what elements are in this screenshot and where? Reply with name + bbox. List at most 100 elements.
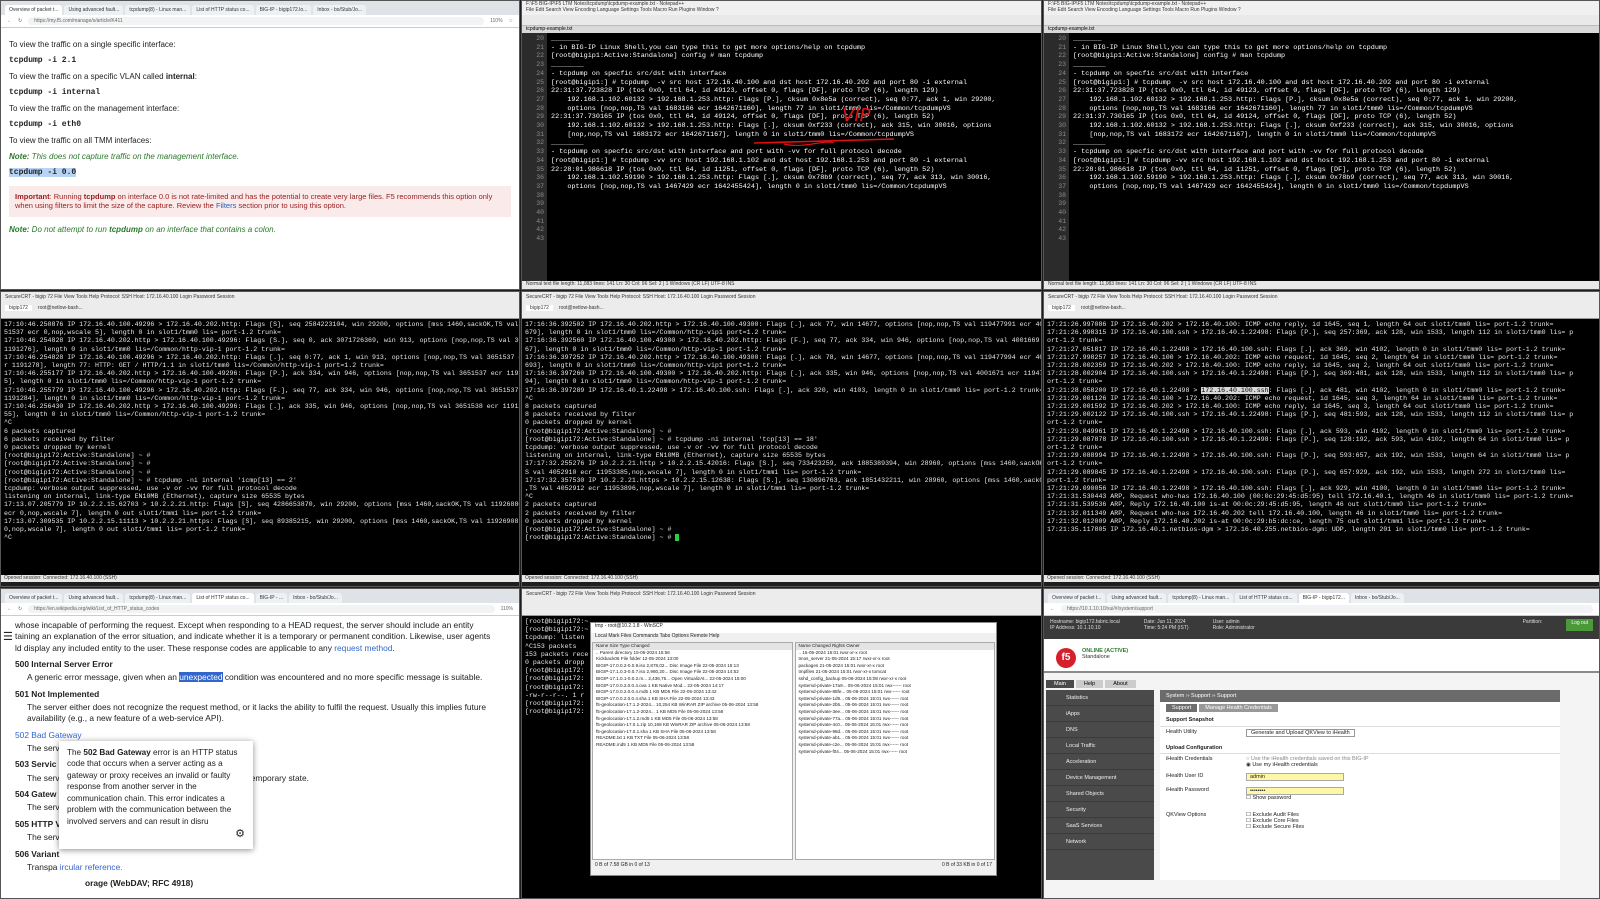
file-row[interactable]: sshd_config_backup 05-06-2024 15:08 rwxr… [796, 676, 995, 683]
browser-tab[interactable]: Overview of packet t... [5, 5, 63, 15]
health-utility-select[interactable]: Generate and Upload QKView to iHealth [1246, 729, 1355, 737]
file-row[interactable]: BIGIP-17.1.0.3-0.0.7.iso 2,980,20... Dis… [593, 669, 792, 676]
file-tab[interactable]: tcpdump-example.txt [522, 26, 1041, 33]
browser-tab[interactable]: Inbox - bo/Stub/Jo... [1351, 593, 1404, 603]
browser-tab[interactable]: Inbox - bo/Stub/Jo... [289, 593, 342, 603]
gear-icon[interactable]: ⚙ [67, 827, 245, 842]
editor[interactable]: 20 21 22 23 24 25 26 27 28 29 30 31 32 33 34 35 36 37 38 39… [522, 33, 1041, 281]
sidebar-item[interactable]: Statistics [1046, 690, 1154, 706]
file-row[interactable]: systemd-private-1d9... 05-06-2024 15:01 … [796, 696, 995, 703]
back-icon[interactable]: ← [7, 606, 12, 612]
terminal-output[interactable]: 17:10:46.250876 IP 172.16.40.100.49296 >… [1, 319, 519, 575]
file-row[interactable]: systemd-private-4c0... 05-06-2024 15:01 … [796, 722, 995, 729]
file-row[interactable]: .. Parent directory 15-05-2024 15:56 [593, 650, 792, 657]
url-input[interactable]: https://my.f5.com/manage/s/article/K411 [28, 17, 485, 25]
browser-tab[interactable]: BIG-IP - bigip172... [1298, 593, 1350, 603]
sidebar-item[interactable]: DNS [1046, 722, 1154, 738]
tab-main[interactable]: Main [1046, 680, 1074, 688]
status-heading-link[interactable]: 502 Bad Gateway [15, 730, 509, 741]
file-row[interactable]: systemd-private-c2e... 05-06-2024 15:01 … [796, 742, 995, 749]
reload-icon[interactable]: ↻ [18, 606, 22, 612]
sidebar-item[interactable]: Shared Objects [1046, 786, 1154, 802]
sidebar-item[interactable]: Network [1046, 834, 1154, 850]
request-method-link[interactable]: request method [334, 643, 392, 653]
file-row[interactable]: README.txt 1 KB TXT File 05-06-2024 13:5… [593, 735, 792, 742]
exclude-secure-checkbox[interactable]: ☐ Exclude Secure Files [1246, 824, 1304, 830]
browser-tab[interactable]: List of HTTP status co... [192, 593, 254, 603]
zoom-level[interactable]: 110% [501, 606, 513, 612]
browser-tab[interactable]: tcpdump(8) - Linux man... [125, 5, 191, 15]
zoom-level[interactable]: 110% [490, 18, 502, 24]
file-row[interactable]: systemd-private-f04... 05-06-2024 15:01 … [796, 749, 995, 756]
sidebar-item[interactable]: Local Traffic [1046, 738, 1154, 754]
winscp-menu[interactable]: Local Mark Files Commands Tabs Options R… [591, 633, 996, 641]
terminal-output[interactable]: 17:21:26.997086 IP 172.16.40.202 > 172.1… [1044, 319, 1599, 575]
menu-icon[interactable]: ☰ [3, 630, 13, 645]
sidebar-item[interactable]: Security [1046, 802, 1154, 818]
browser-tab[interactable]: List of HTTP status co... [192, 5, 254, 15]
sidebar-item[interactable]: SaaS Services [1046, 818, 1154, 834]
file-row[interactable]: BIGIP-17.0.0.2-0.0.9.iso 2,878,02... Dis… [593, 663, 792, 670]
session-tab[interactable]: root@netlow-bash... [1081, 305, 1126, 311]
browser-tab[interactable]: Overview of packet t... [1048, 593, 1106, 603]
file-row[interactable]: BIGIP-17.1.0.1-0.0.2.m... 2,436,75... Op… [593, 676, 792, 683]
session-tab[interactable]: root@netlow-bash... [559, 305, 604, 311]
browser-tab[interactable]: Overview of packet t... [5, 593, 63, 603]
local-file-panel[interactable]: Name Size Type Changed.. Parent director… [592, 642, 793, 860]
session-tab[interactable]: bigip172 [526, 305, 553, 311]
file-row[interactable]: systemd-private-98d... 05-06-2024 15:01 … [796, 729, 995, 736]
file-row[interactable]: systemd-private-ab1... 05-06-2024 15:01 … [796, 735, 995, 742]
link-preview-popup[interactable]: The 502 Bad Gateway error is an HTTP sta… [59, 741, 253, 849]
subtab-support[interactable]: Support [1166, 704, 1198, 712]
menu-bar[interactable]: File Edit Search View Encoding Language … [522, 7, 1041, 15]
browser-tab[interactable]: Using advanced fault... [64, 593, 124, 603]
file-row[interactable]: tmos_server 21-05-2024 15:17 rwxr-xr-x r… [796, 656, 995, 663]
file-row[interactable]: .. 15-05-2024 15:01 rwxr-xr-x root [796, 650, 995, 657]
file-row[interactable]: f5-geolocation-17.1.2-2024... 10,254 KB … [593, 702, 792, 709]
browser-tab[interactable]: Using advanced fault... [1107, 593, 1167, 603]
session-tab[interactable]: bigip172 [5, 305, 32, 311]
browser-tab[interactable]: tcpdump(8) - Linux man... [1168, 593, 1234, 603]
browser-tab[interactable]: Using advanced fault... [64, 5, 124, 15]
file-row[interactable]: systemd-private-88fe... 05-06-2024 15:01… [796, 689, 995, 696]
ihealth-user-input[interactable]: admin [1246, 773, 1344, 781]
back-icon[interactable]: ← [7, 18, 12, 24]
show-password-checkbox[interactable]: ☐ Show password [1246, 795, 1344, 801]
browser-tab[interactable]: Inbox - bo/Stub/Jo... [313, 5, 367, 15]
logout-button[interactable]: Log out [1566, 619, 1593, 631]
sidebar-item[interactable]: Acceleration [1046, 754, 1154, 770]
terminal-output[interactable]: 17:16:36.392502 IP 172.16.40.202.http > … [522, 319, 1041, 575]
file-row[interactable]: packages 21-05-2024 15:01 rwxr-xr-x root [796, 663, 995, 670]
radio-my-creds[interactable]: ◉ Use my iHealth credentials [1246, 762, 1369, 768]
code-area[interactable]: _______ - in BIG-IP Linux Shell,you can t… [547, 33, 1041, 281]
sidebar-item[interactable]: Device Management [1046, 770, 1154, 786]
file-row[interactable]: f5-geolocation-17.0.1.zip 10,168 KB WinR… [593, 722, 792, 729]
session-tab[interactable]: root@netlow-bash... [38, 305, 83, 311]
url-input[interactable]: https://en.wikipedia.org/wiki/List_of_HT… [28, 605, 495, 613]
browser-tab[interactable]: BIG-IP - ... [255, 593, 288, 603]
file-row[interactable]: BIGIP-17.0.0.2.0.0.4.md5 1 KB MD5 File 2… [593, 689, 792, 696]
file-row[interactable]: f5-geolocation-17.1.2-2024... 1 KB MD5 F… [593, 709, 792, 716]
browser-tab[interactable]: tcpdump(8) - Linux man... [125, 593, 191, 603]
remote-file-panel[interactable]: Name Changed Rights Owner.. 15-05-2024 1… [794, 642, 995, 860]
url-input[interactable]: https://10.1.10.10/xui/#/system/support [1061, 605, 1593, 613]
file-row[interactable]: systemd-private-77a... 05-06-2024 15:01 … [796, 716, 995, 723]
editor[interactable]: 20 21 22 23 24 25 26 27 28 29 30 31 32 33 34 35 36 37 38 39… [1044, 33, 1599, 281]
subtab-manage-credentials[interactable]: Manage Health Credentials [1199, 704, 1278, 712]
menu-bar[interactable]: File Edit Search View Encoding Language … [1044, 7, 1599, 15]
file-tab[interactable]: tcpdump-example.txt [1044, 26, 1599, 33]
file-row[interactable]: BIGIP-17.0.0.2.0.0.4.sha 1 KB SHA File 2… [593, 696, 792, 703]
file-row[interactable]: f5-geolocation-17.1.2.md5 1 KB MD5 File … [593, 716, 792, 723]
file-row[interactable]: systemd-private-17a9... 05-06-2024 15:01… [796, 683, 995, 690]
file-row[interactable]: BIGIP-17.0.0.2.0.0.4.ova 1 KB Native Mod… [593, 683, 792, 690]
reload-icon[interactable]: ↻ [18, 18, 22, 24]
back-icon[interactable]: ← [1050, 606, 1055, 612]
file-row[interactable]: Kickback06 File folder 12-05-2024 13:00 [593, 656, 792, 663]
tab-about[interactable]: About [1105, 680, 1136, 688]
file-row[interactable]: systemd-private-2b5... 05-06-2024 15:01 … [796, 702, 995, 709]
star-icon[interactable]: ☆ [509, 18, 513, 24]
browser-tab[interactable]: BIG-IP - bigip172.lo... [255, 5, 312, 15]
session-tab[interactable]: bigip172 [1048, 305, 1075, 311]
file-row[interactable]: f5-geolocation-17.0.1.sha 1 KB SHA File … [593, 729, 792, 736]
filters-link[interactable]: Filters [216, 201, 236, 210]
